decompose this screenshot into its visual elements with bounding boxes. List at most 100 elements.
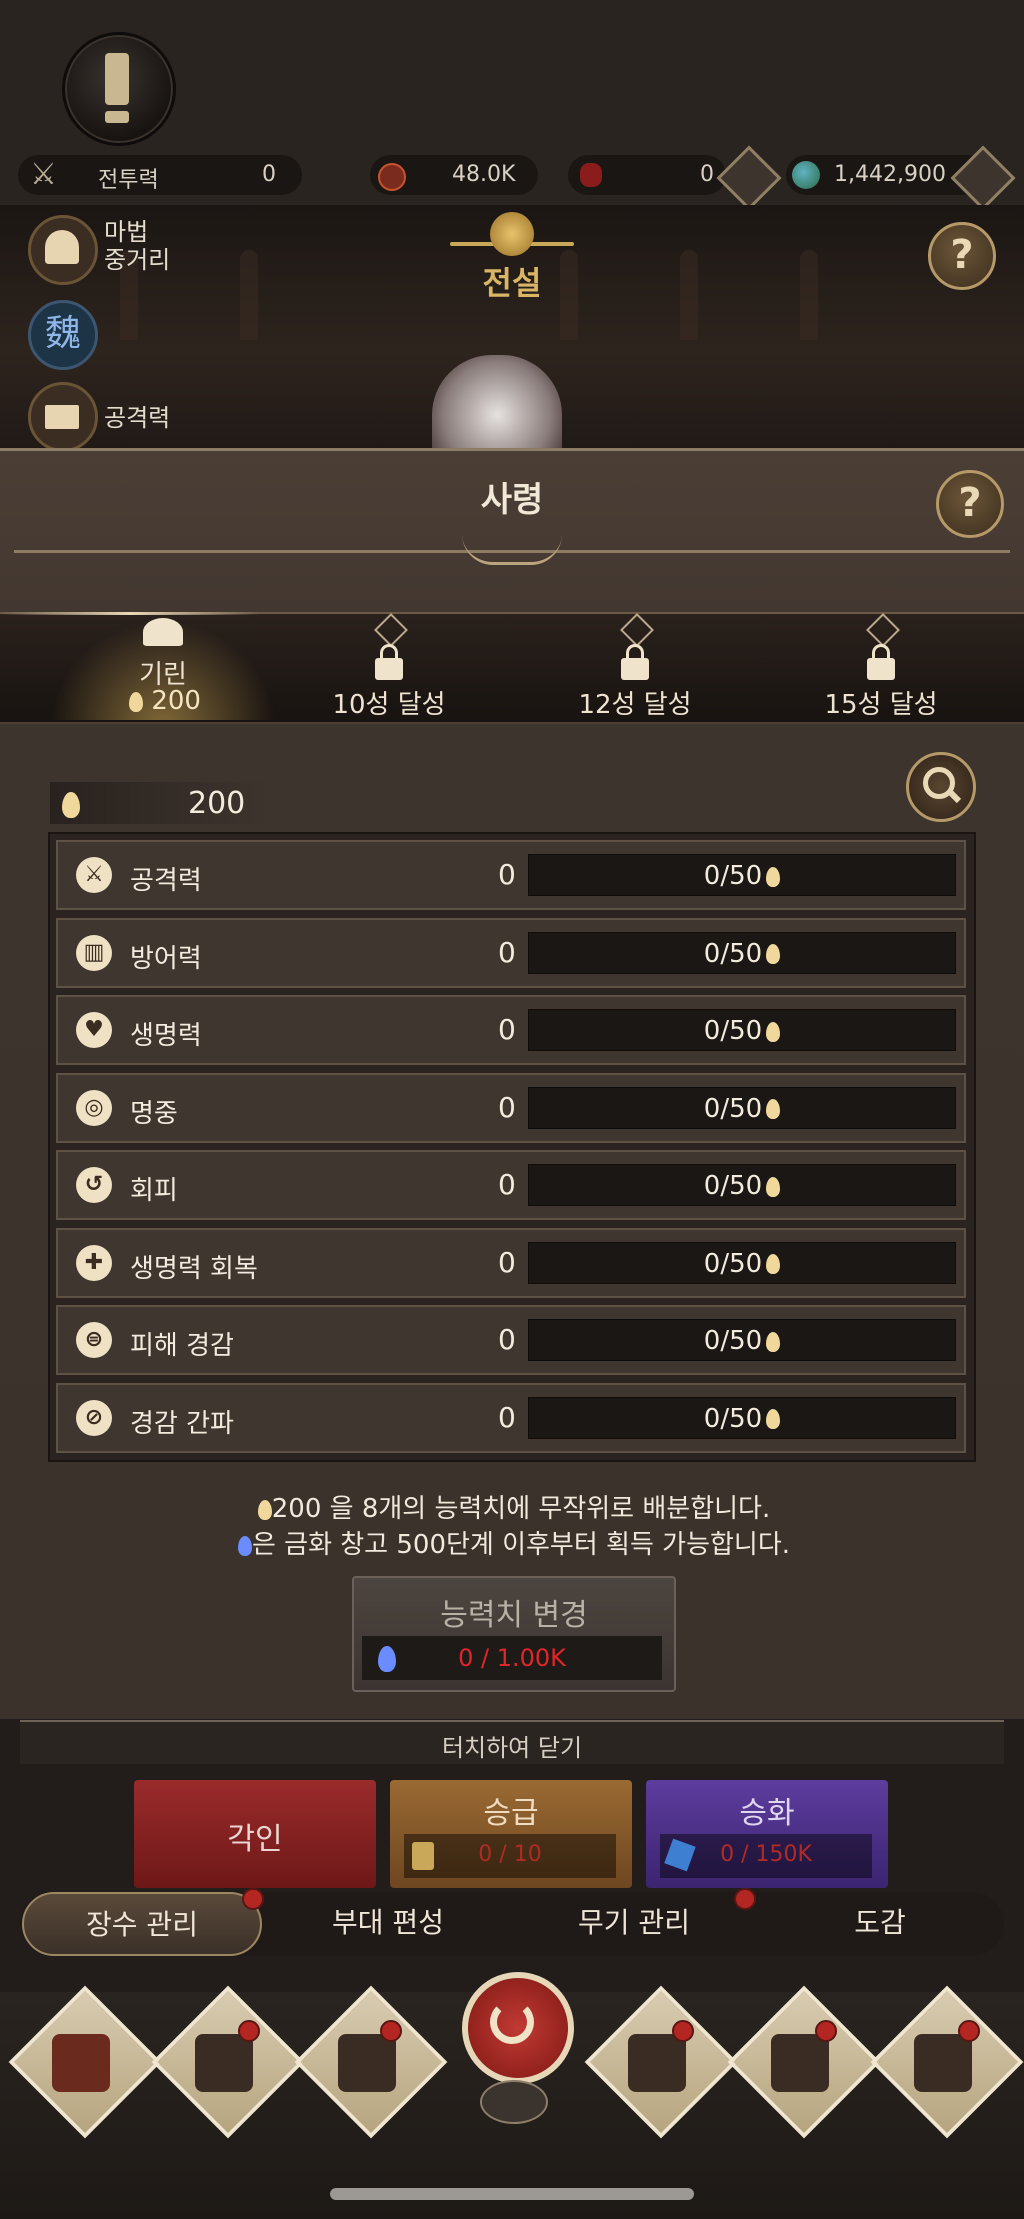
- tap-to-close-bar[interactable]: 터치하여 닫기: [20, 1720, 1004, 1764]
- points-value: 200: [188, 786, 246, 821]
- wei-kingdom-icon[interactable]: 魏: [28, 300, 98, 370]
- side-label-type: 마법 중거리: [104, 218, 171, 274]
- tab-codex[interactable]: 도감: [760, 1892, 1000, 1956]
- lotus-icon: [143, 618, 183, 646]
- flame-icon: [257, 1499, 272, 1520]
- stat-value: 0: [498, 1013, 516, 1046]
- tab-15-star[interactable]: 15성 달성: [758, 612, 1004, 720]
- stat-row: ✚ 생명력 회복 0 0/50: [56, 1227, 966, 1298]
- currency-3-value: 1,442,900: [834, 162, 946, 187]
- sublimate-cost: 0 / 150K: [720, 1842, 812, 1867]
- tab-15-star-label: 15성 달성: [824, 690, 938, 720]
- flame-icon: [129, 691, 144, 712]
- sublimate-label: 승화: [739, 1796, 795, 1831]
- tab-weapon-management[interactable]: 무기 관리: [514, 1892, 754, 1956]
- stat-name: 생명력: [130, 1021, 202, 1051]
- hero-character: [432, 355, 562, 455]
- promote-cost-box: 0 / 10: [404, 1834, 616, 1878]
- stat-row: ◎ 명중 0 0/50: [56, 1072, 966, 1143]
- book-shape: [45, 405, 79, 429]
- stat-progress-bar: 0/50: [528, 1086, 956, 1129]
- paw-icon: [480, 2080, 548, 2124]
- combat-power-value: 0: [262, 162, 276, 187]
- tap-to-close-label: 터치하여 닫기: [441, 1734, 583, 1762]
- heart-plus-icon: ✚: [76, 1244, 112, 1281]
- panel-help-button[interactable]: ?: [936, 470, 1004, 538]
- notification-dot: [672, 2020, 694, 2042]
- sublimate-button[interactable]: 승화 0 / 150K: [646, 1780, 888, 1888]
- stat-progress: 0/50: [703, 1171, 763, 1201]
- stat-value: 0: [498, 1245, 516, 1279]
- promote-button[interactable]: 승급 0 / 10: [390, 1780, 632, 1888]
- exclamation-icon: [105, 53, 129, 105]
- scene-help-button[interactable]: ?: [928, 222, 996, 290]
- side-label-stat: 공격력: [104, 404, 171, 432]
- lock-icon: [375, 644, 403, 680]
- book-icon: [338, 2034, 396, 2092]
- info-line-2: 은 금화 창고 500단계 이후부터 획득 가능합니다.: [251, 1530, 791, 1560]
- red-gem-icon: [580, 163, 602, 187]
- stat-progress-bar: 0/50: [528, 1241, 956, 1284]
- info-line-1: 200 을 8개의 능력치에 무작위로 배분합니다.: [271, 1494, 771, 1524]
- lock-icon: [621, 644, 649, 680]
- combat-power-label: 전투력: [98, 168, 159, 193]
- flame-icon: [62, 792, 80, 818]
- notification-dot: [380, 2020, 402, 2042]
- engrave-label: 각인: [227, 1822, 283, 1857]
- bag-icon: [195, 2034, 253, 2092]
- stat-value: 0: [498, 1400, 516, 1434]
- book-icon[interactable]: [28, 382, 98, 452]
- stat-progress: 0/50: [703, 1016, 763, 1046]
- stat-row: ⊘ 경감 간파 0 0/50: [56, 1382, 966, 1453]
- stat-name: 피해 경감: [130, 1331, 234, 1361]
- flame-icon: [766, 1099, 781, 1119]
- stat-value: 0: [498, 935, 516, 969]
- stat-name: 공격력: [130, 866, 202, 896]
- engrave-button[interactable]: 각인: [134, 1780, 376, 1888]
- crossed-swords-icon: ⚔: [30, 157, 57, 192]
- stat-value: 0: [498, 1090, 516, 1124]
- lotus-icon: [490, 212, 534, 256]
- stat-progress-bar: 0/50: [528, 1396, 956, 1439]
- stat-name: 명중: [130, 1098, 178, 1129]
- alert-button[interactable]: [62, 32, 176, 146]
- tab-12-star[interactable]: 12성 달성: [512, 612, 758, 720]
- damage-reduce-icon: ⊜: [76, 1322, 112, 1358]
- diamond-ornament-icon: [620, 613, 654, 647]
- legend-badge: 전설: [450, 212, 574, 302]
- change-stats-label: 능력치 변경: [440, 1598, 588, 1633]
- flame-icon: [766, 1409, 781, 1429]
- stat-row: ♥ 생명력 0 0/50: [56, 995, 966, 1065]
- stat-value: 0: [498, 1168, 516, 1201]
- tab-general-management[interactable]: 장수 관리: [22, 1892, 262, 1956]
- notification-dot: [238, 2020, 260, 2042]
- tab-qilin[interactable]: 기린 200: [40, 612, 286, 720]
- combat-power-pill: ⚔ 전투력 0: [18, 155, 302, 195]
- stat-progress: 0/50: [703, 861, 763, 891]
- stat-value: 0: [498, 858, 516, 891]
- magic-fan-icon[interactable]: [28, 215, 98, 285]
- stat-row: ⚔ 공격력 0 0/50: [56, 840, 966, 910]
- refresh-icon: [490, 2000, 534, 2044]
- panel-title: 사령: [480, 480, 544, 520]
- tab-10-star[interactable]: 10성 달성: [266, 612, 512, 720]
- scene-pillar: [800, 250, 818, 340]
- heart-icon: ♥: [76, 1012, 112, 1048]
- flame-icon: [766, 944, 781, 964]
- change-cost-value: 0 / 1.00K: [458, 1644, 566, 1672]
- tab-unit-formation[interactable]: 부대 편성: [268, 1892, 508, 1956]
- stat-progress-bar: 0/50: [528, 1164, 956, 1206]
- home-indicator: [330, 2188, 694, 2200]
- stat-progress-bar: 0/50: [528, 931, 956, 974]
- compass-icon: [378, 163, 406, 191]
- tab-qilin-points: 200: [151, 686, 201, 716]
- info-line-2-wrap: 은 금화 창고 500단계 이후부터 획득 가능합니다.: [0, 1524, 1024, 1561]
- stat-progress-bar: 0/50: [528, 1319, 956, 1361]
- currency-1-value: 48.0K: [452, 162, 516, 187]
- return-button[interactable]: [462, 1972, 574, 2084]
- active-tab-highlight: [0, 612, 260, 615]
- stat-row: ▥ 방어력 0 0/50: [56, 917, 966, 988]
- promote-cost: 0 / 10: [478, 1842, 542, 1867]
- change-stats-button[interactable]: 능력치 변경 0 / 1.00K: [352, 1576, 676, 1692]
- search-button[interactable]: [906, 752, 976, 822]
